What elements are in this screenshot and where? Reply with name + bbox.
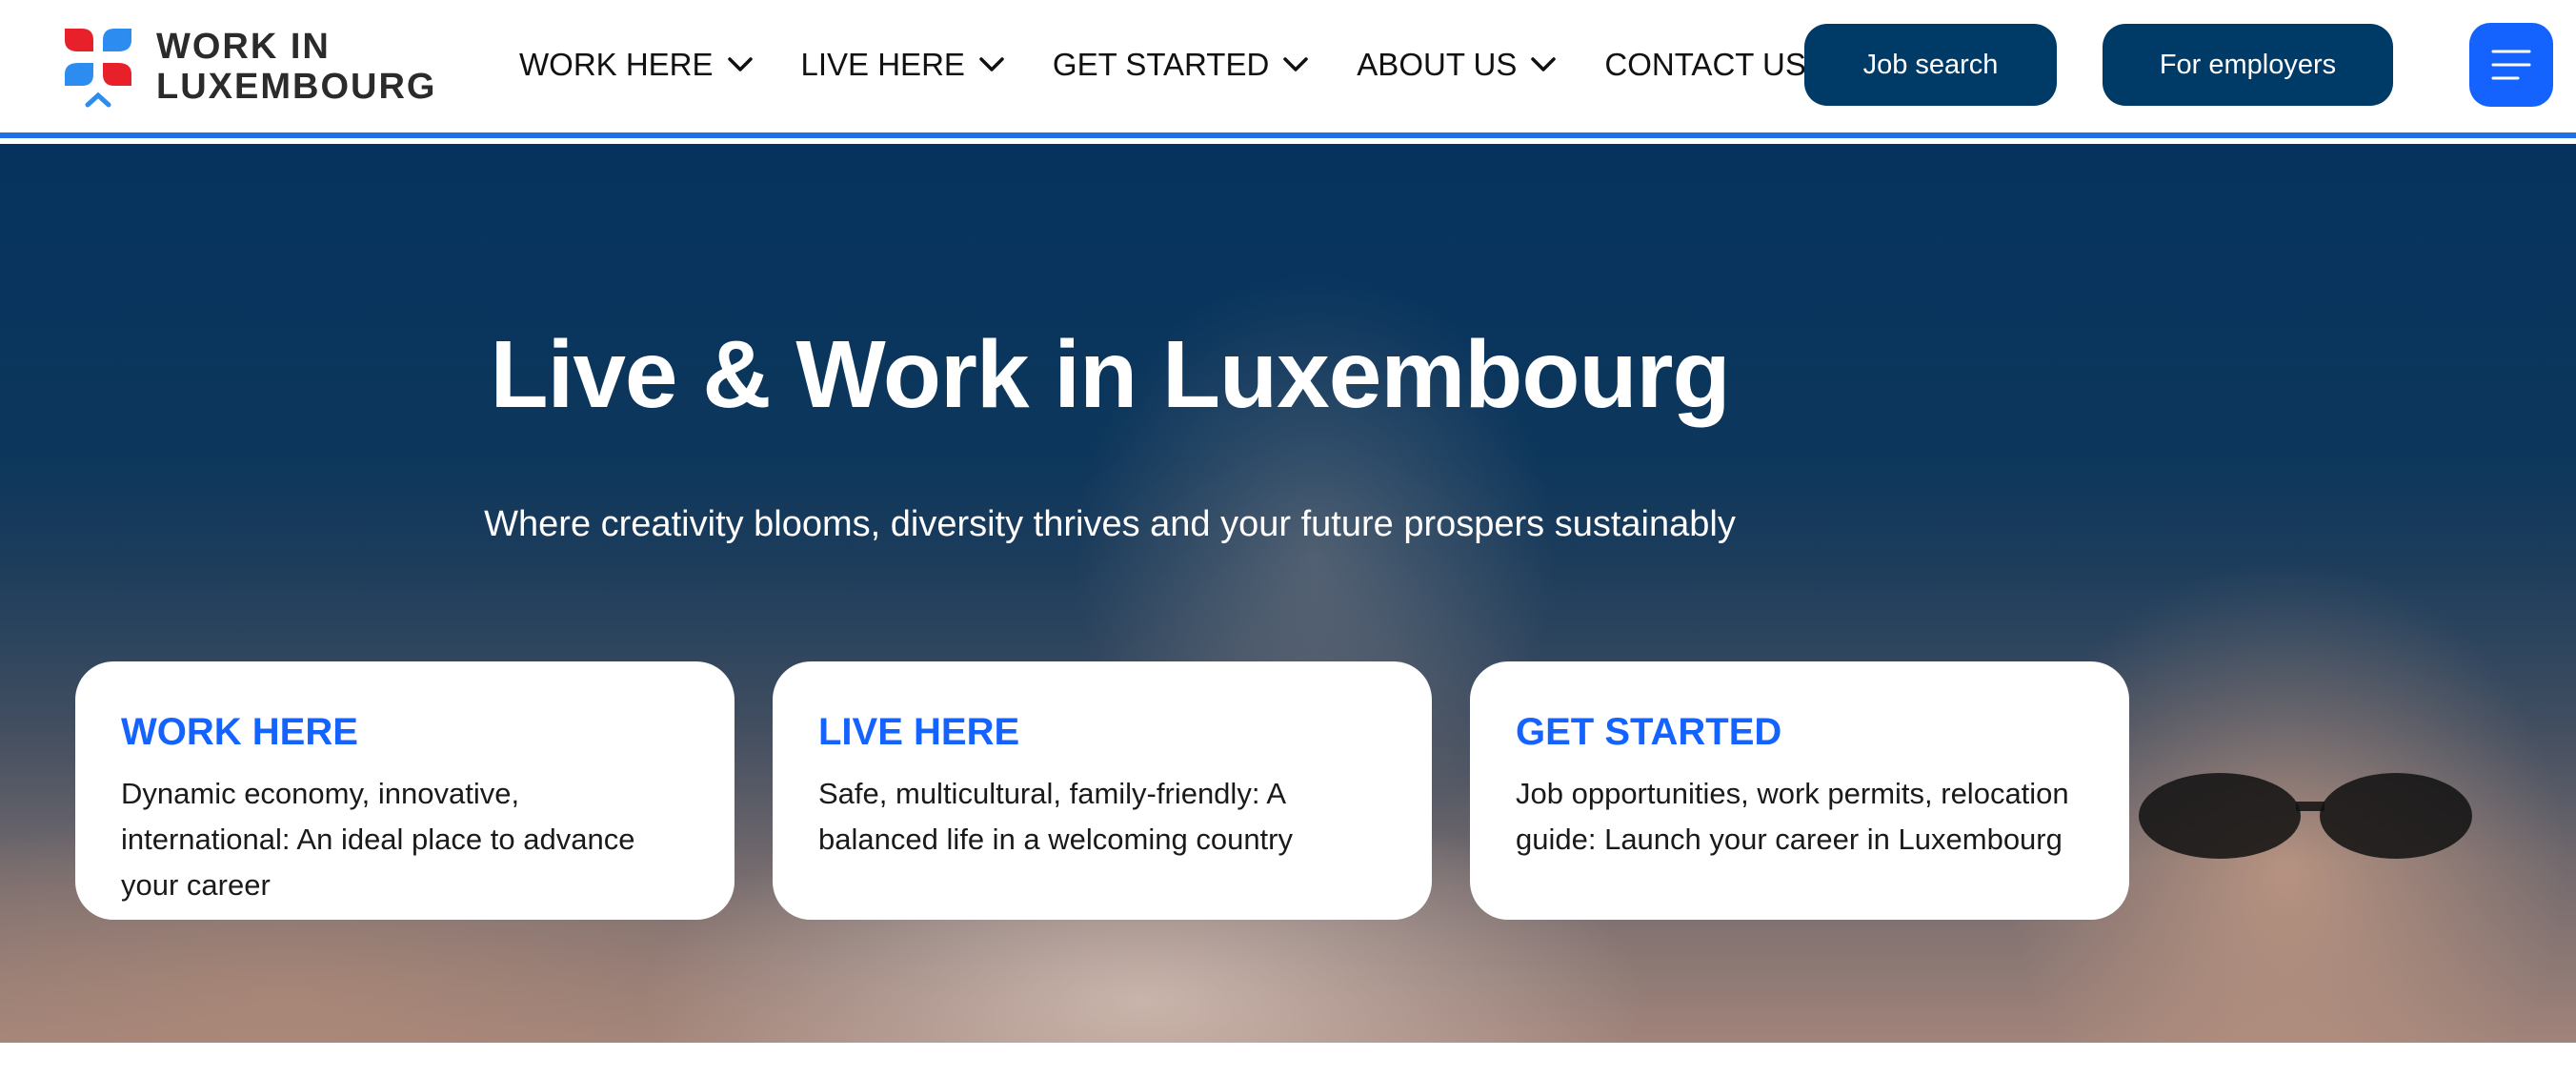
hero-section: Live & Work in Luxembourg Where creativi… (0, 144, 2576, 1043)
logo-wordmark: WORK IN LUXEMBOURG (156, 27, 436, 107)
hero-title: Live & Work in Luxembourg (490, 321, 1730, 428)
main-nav: WORK HERE LIVE HERE GET STARTED ABOUT US… (519, 38, 1806, 91)
logo-mark-icon (65, 29, 131, 108)
hamburger-menu-icon (2491, 50, 2531, 80)
hero-subtitle: Where creativity blooms, diversity thriv… (484, 504, 1736, 544)
logo-line-2: LUXEMBOURG (156, 67, 437, 107)
hero-photo-detail (2139, 773, 2472, 859)
site-header: WORK IN LUXEMBOURG WORK HERE LIVE HERE G… (0, 0, 2576, 138)
card-title: GET STARTED (1516, 711, 1782, 753)
nav-item-work-here[interactable]: WORK HERE (519, 47, 754, 83)
logo-line-1: WORK IN (156, 27, 331, 67)
chevron-down-icon (1283, 57, 1309, 71)
card-work-here[interactable]: WORK HERE Dynamic economy, innovative, i… (75, 661, 735, 920)
nav-label: CONTACT US (1604, 47, 1806, 82)
menu-button[interactable] (2469, 23, 2553, 107)
nav-label: ABOUT US (1357, 47, 1518, 82)
nav-item-contact-us[interactable]: CONTACT US (1604, 47, 1805, 83)
nav-label: WORK HERE (519, 47, 714, 82)
nav-label: LIVE HERE (800, 47, 965, 82)
chevron-down-icon (979, 57, 1004, 71)
card-title: WORK HERE (121, 711, 358, 753)
card-description: Job opportunities, work permits, relocat… (1516, 777, 2069, 856)
nav-label: GET STARTED (1052, 47, 1270, 82)
card-description: Safe, multicultural, family-friendly: A … (818, 777, 1293, 856)
card-get-started[interactable]: GET STARTED Job opportunities, work perm… (1470, 661, 2129, 920)
card-description: Dynamic economy, innovative, internation… (121, 777, 635, 902)
chevron-down-icon (1531, 57, 1557, 71)
nav-item-about-us[interactable]: ABOUT US (1357, 47, 1557, 83)
chevron-down-icon (727, 57, 753, 71)
job-search-button[interactable]: Job search (1804, 24, 2057, 106)
nav-item-live-here[interactable]: LIVE HERE (801, 47, 1005, 83)
site-logo[interactable]: WORK IN LUXEMBOURG (61, 19, 436, 114)
card-live-here[interactable]: LIVE HERE Safe, multicultural, family-fr… (773, 661, 1432, 920)
card-title: LIVE HERE (818, 711, 1020, 753)
for-employers-button[interactable]: For employers (2103, 24, 2393, 106)
nav-item-get-started[interactable]: GET STARTED (1053, 47, 1309, 83)
